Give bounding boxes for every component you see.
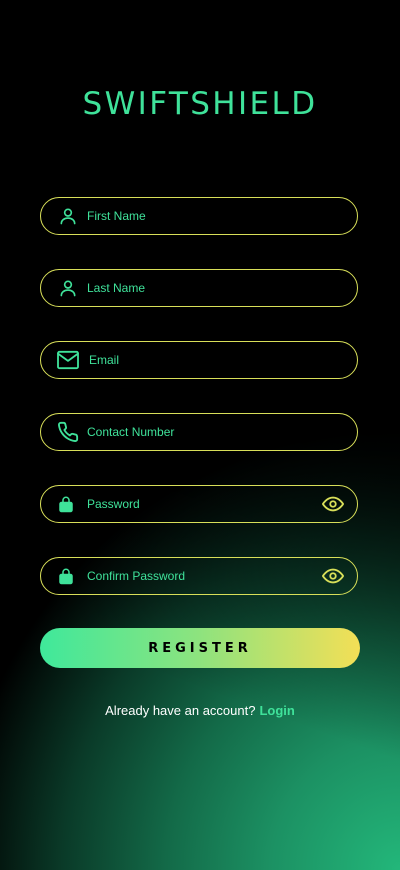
eye-icon[interactable]: [321, 492, 345, 516]
phone-icon: [55, 419, 81, 445]
email-input[interactable]: [89, 342, 319, 378]
contact-number-input[interactable]: [87, 414, 317, 450]
register-button[interactable]: REGISTER: [40, 628, 360, 668]
user-icon: [55, 275, 81, 301]
confirm-password-field[interactable]: [40, 557, 358, 595]
login-link[interactable]: Login: [259, 703, 294, 718]
first-name-input[interactable]: [87, 198, 317, 234]
first-name-field[interactable]: [40, 197, 358, 235]
login-prompt: Already have an account? Login: [0, 703, 400, 718]
email-field[interactable]: [40, 341, 358, 379]
user-icon: [55, 203, 81, 229]
register-screen: SWIFTSHIELD First Name Last Name Email C…: [0, 0, 400, 870]
brand-title: SWIFTSHIELD: [82, 86, 318, 122]
eye-icon[interactable]: [321, 564, 345, 588]
last-name-field[interactable]: [40, 269, 358, 307]
confirm-password-input[interactable]: [87, 558, 317, 594]
password-field[interactable]: [40, 485, 358, 523]
mail-icon: [55, 347, 81, 373]
password-input[interactable]: [87, 486, 317, 522]
last-name-input[interactable]: [87, 270, 317, 306]
lock-icon: [53, 491, 79, 517]
lock-icon: [53, 563, 79, 589]
contact-number-field[interactable]: [40, 413, 358, 451]
login-prompt-text: Already have an account?: [105, 703, 256, 718]
